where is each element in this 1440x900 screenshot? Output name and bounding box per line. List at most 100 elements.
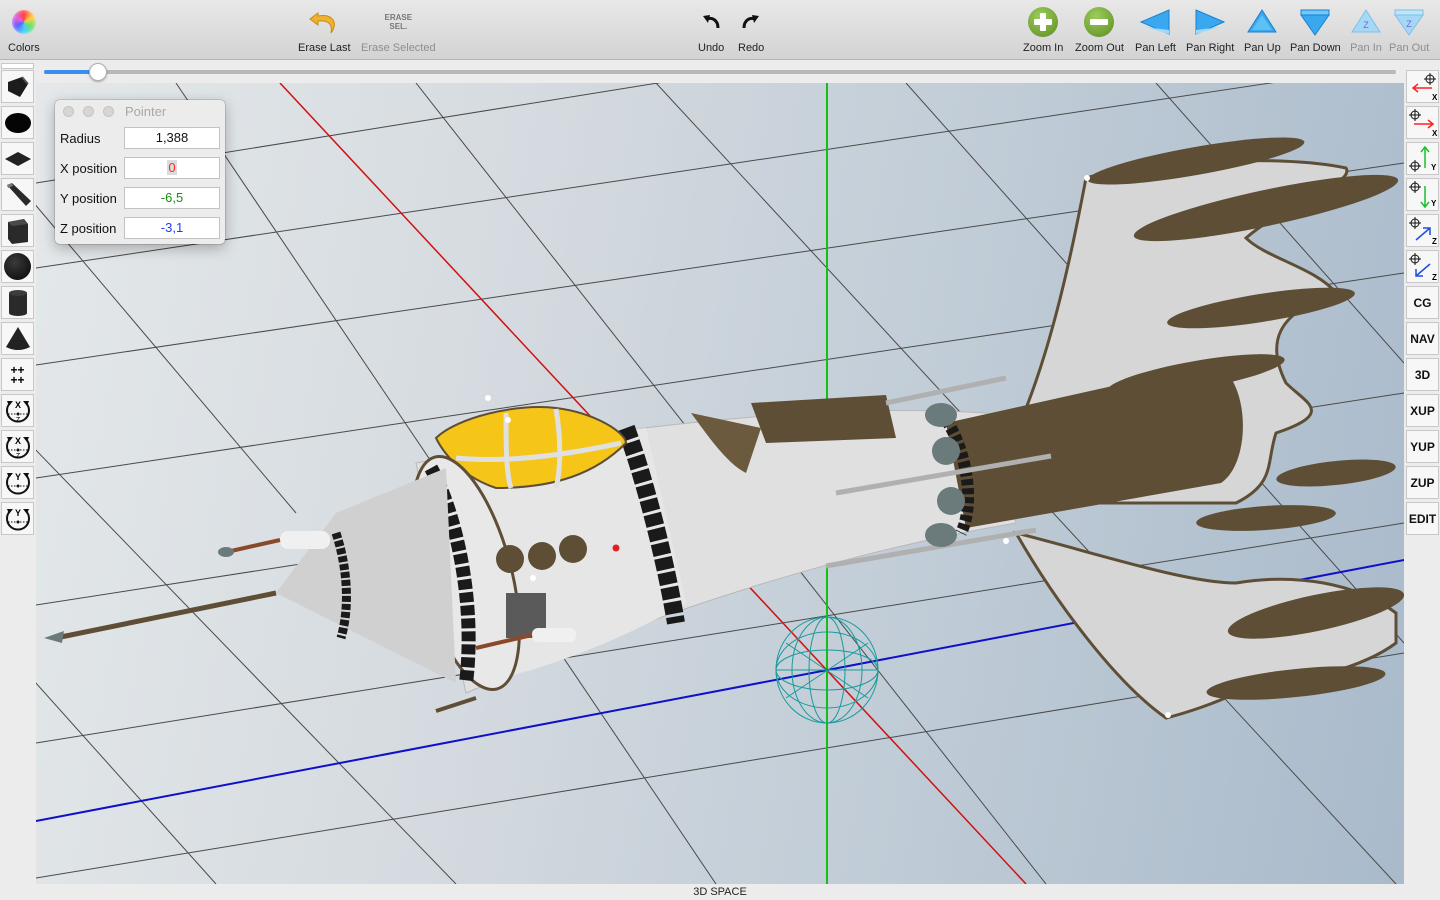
pointer-marker	[612, 544, 620, 552]
pan-out-button[interactable]: Z Pan Out	[1389, 6, 1429, 54]
zoom-slider-row	[36, 61, 1404, 83]
cylinder-tool[interactable]	[1, 286, 34, 319]
ellipse-tool[interactable]	[1, 106, 34, 139]
close-button[interactable]	[63, 105, 74, 117]
z-position-row: Z position -3,1	[60, 216, 220, 240]
selection-handle	[1003, 538, 1009, 544]
svg-text:Z: Z	[1432, 237, 1437, 246]
svg-text:Y: Y	[1431, 163, 1437, 172]
cg-button[interactable]: CG	[1406, 286, 1439, 319]
zoom-in-button[interactable]: Zoom In	[1023, 6, 1063, 54]
y-position-field[interactable]: -6,5	[124, 187, 220, 209]
pan-up-icon	[1246, 6, 1278, 38]
thruster	[932, 437, 960, 465]
move-forward-z-icon: Z	[1408, 216, 1437, 246]
flat-plane-tool[interactable]	[1, 142, 34, 175]
move-pos-z-button[interactable]: Z	[1406, 214, 1439, 247]
rotate-xz-icon: XZ	[5, 400, 30, 424]
x-position-field[interactable]: 0	[124, 157, 220, 179]
pointer-panel-titlebar[interactable]: Pointer	[55, 100, 225, 122]
pan-up-button[interactable]: Pan Up	[1244, 6, 1281, 54]
erase-last-label: Erase Last	[298, 42, 351, 54]
cone-tool[interactable]	[1, 322, 34, 355]
move-pos-y-button[interactable]: Y	[1406, 142, 1439, 175]
z-position-label: Z position	[60, 220, 117, 236]
move-right-x-icon: X	[1408, 108, 1438, 138]
radius-field[interactable]: 1,388	[124, 127, 220, 149]
cylinder-icon	[8, 289, 27, 316]
3d-button[interactable]: 3D	[1406, 358, 1439, 391]
side-pod	[532, 628, 576, 642]
erase-selected-label: Erase Selected	[361, 42, 436, 54]
rotate-y-ccw-tool[interactable]: Y	[1, 502, 34, 535]
grid-line	[36, 682, 217, 884]
upper-bay	[751, 395, 896, 443]
sphere-icon	[4, 253, 31, 280]
zoom-slider[interactable]	[44, 63, 1396, 81]
grid-plus-tool[interactable]: ++ ++	[1, 358, 34, 391]
zup-button[interactable]: ZUP	[1406, 466, 1439, 499]
yup-button[interactable]: YUP	[1406, 430, 1439, 463]
rotate-xz-cw-tool[interactable]: XZ	[1, 394, 34, 427]
erase-last-button[interactable]: Erase Last	[298, 6, 351, 54]
radius-row: Radius 1,388	[60, 126, 220, 150]
svg-text:Z: Z	[15, 417, 20, 424]
svg-text:Z: Z	[15, 453, 20, 460]
pan-left-label: Pan Left	[1135, 42, 1176, 54]
selection-handle	[485, 395, 491, 401]
curved-surface-icon	[7, 75, 29, 97]
rotate-xz-ccw-tool[interactable]: XZ	[1, 430, 34, 463]
minimize-button[interactable]	[83, 105, 94, 117]
zoom-window-button[interactable]	[103, 105, 114, 117]
colors-label: Colors	[8, 42, 40, 54]
nose-cone	[276, 468, 456, 683]
redo-label: Redo	[738, 42, 765, 54]
move-neg-z-button[interactable]: Z	[1406, 250, 1439, 283]
zoom-slider-thumb[interactable]	[89, 63, 108, 81]
pan-right-button[interactable]: Pan Right	[1186, 6, 1234, 54]
fin-pod	[1276, 459, 1396, 487]
xup-button[interactable]: XUP	[1406, 394, 1439, 427]
z-position-field[interactable]: -3,1	[124, 217, 220, 239]
svg-text:X: X	[1432, 129, 1438, 138]
ellipse-icon	[4, 112, 31, 133]
move-down-y-icon: Y	[1408, 180, 1437, 208]
palette-header	[1, 63, 34, 69]
scene-canvas[interactable]	[36, 83, 1404, 884]
thruster	[925, 403, 957, 427]
move-neg-x-button[interactable]: X	[1406, 70, 1439, 103]
strut	[885, 375, 1007, 406]
pan-in-label: Pan In	[1350, 42, 1382, 54]
bar-tool[interactable]	[1, 178, 34, 211]
redo-button[interactable]: Redo	[738, 6, 764, 54]
pan-in-button[interactable]: Z Pan In	[1350, 6, 1382, 54]
curved-surface-tool[interactable]	[1, 70, 34, 103]
nav-button[interactable]: NAV	[1406, 322, 1439, 355]
selection-handle	[1165, 712, 1171, 718]
cube-tool[interactable]	[1, 214, 34, 247]
colors-button[interactable]: Colors	[8, 6, 40, 54]
radius-label: Radius	[60, 130, 101, 146]
app-window: Colors Erase Last ERASE SEL. Erase Selec…	[0, 0, 1440, 900]
3d-viewport[interactable]	[36, 83, 1404, 884]
rotate-y-cw-tool[interactable]: Y	[1, 466, 34, 499]
move-pos-x-button[interactable]: X	[1406, 106, 1439, 139]
pan-left-button[interactable]: Pan Left	[1135, 6, 1176, 54]
lower-probe	[435, 696, 477, 713]
undo-label: Undo	[698, 42, 725, 54]
pointer-panel-title: Pointer	[125, 103, 167, 119]
x-position-row: X position 0	[60, 156, 220, 180]
move-left-x-icon: X	[1411, 72, 1438, 102]
undo-button[interactable]: Undo	[698, 6, 724, 54]
thruster	[937, 487, 965, 515]
gauge	[528, 542, 556, 570]
edit-button[interactable]: EDIT	[1406, 502, 1439, 535]
pan-out-glyph: Z	[1406, 19, 1412, 29]
toolbar: Colors Erase Last ERASE SEL. Erase Selec…	[0, 0, 1440, 60]
probe-tip	[218, 547, 234, 557]
zoom-out-button[interactable]: Zoom Out	[1075, 6, 1124, 54]
sphere-tool[interactable]	[1, 250, 34, 283]
erase-selected-button[interactable]: ERASE SEL. Erase Selected	[361, 6, 436, 54]
move-neg-y-button[interactable]: Y	[1406, 178, 1439, 211]
pan-down-button[interactable]: Pan Down	[1290, 6, 1341, 54]
